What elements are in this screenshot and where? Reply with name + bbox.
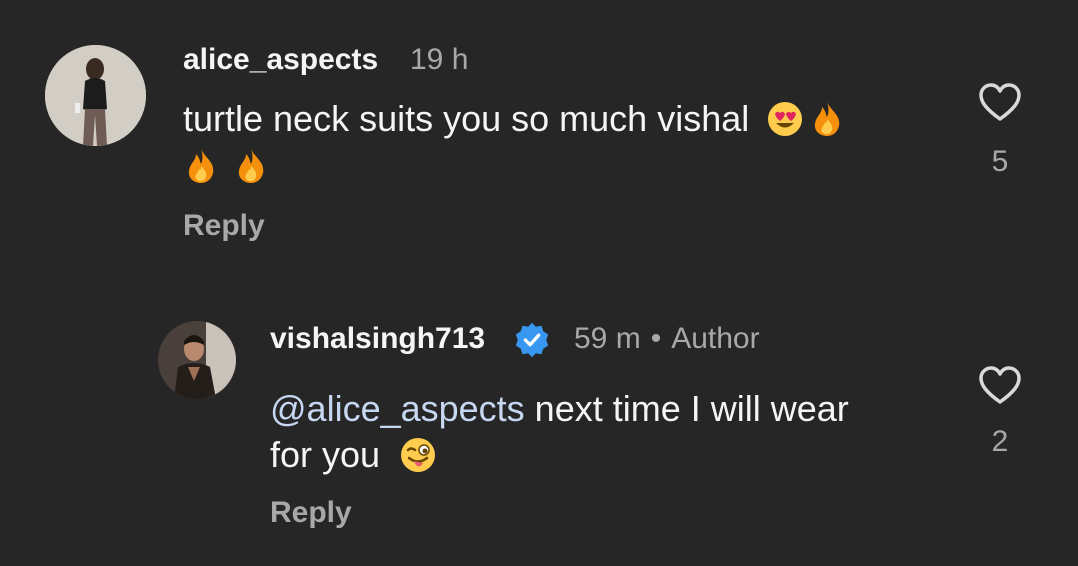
heart-icon[interactable] xyxy=(978,365,1022,405)
username[interactable]: vishalsingh713 xyxy=(270,322,485,356)
reply-button[interactable]: Reply xyxy=(270,496,352,530)
comment-line-2: for you xyxy=(270,432,950,478)
winking-tongue-emoji-icon xyxy=(401,438,436,472)
timestamp-role: 59 m • Author xyxy=(574,322,760,356)
comment-line-1: @alice_aspects next time I will wear xyxy=(270,386,950,432)
comment-text: @alice_aspects next time I will wear for… xyxy=(270,386,950,478)
separator-dot: • xyxy=(650,322,662,355)
mention-link[interactable]: @alice_aspects xyxy=(270,388,525,429)
like-count: 2 xyxy=(991,425,1009,458)
timestamp: 59 m xyxy=(574,322,641,355)
verified-badge-icon xyxy=(515,322,549,358)
comment-body-1: next time I will wear xyxy=(524,388,849,429)
comment-vishal: vishalsingh713 59 m • Author @alice_aspect… xyxy=(0,0,1078,566)
author-label: Author xyxy=(671,322,760,355)
avatar-photo-icon xyxy=(158,321,236,399)
comment-body-2: for you xyxy=(270,434,381,475)
avatar[interactable] xyxy=(158,321,236,399)
